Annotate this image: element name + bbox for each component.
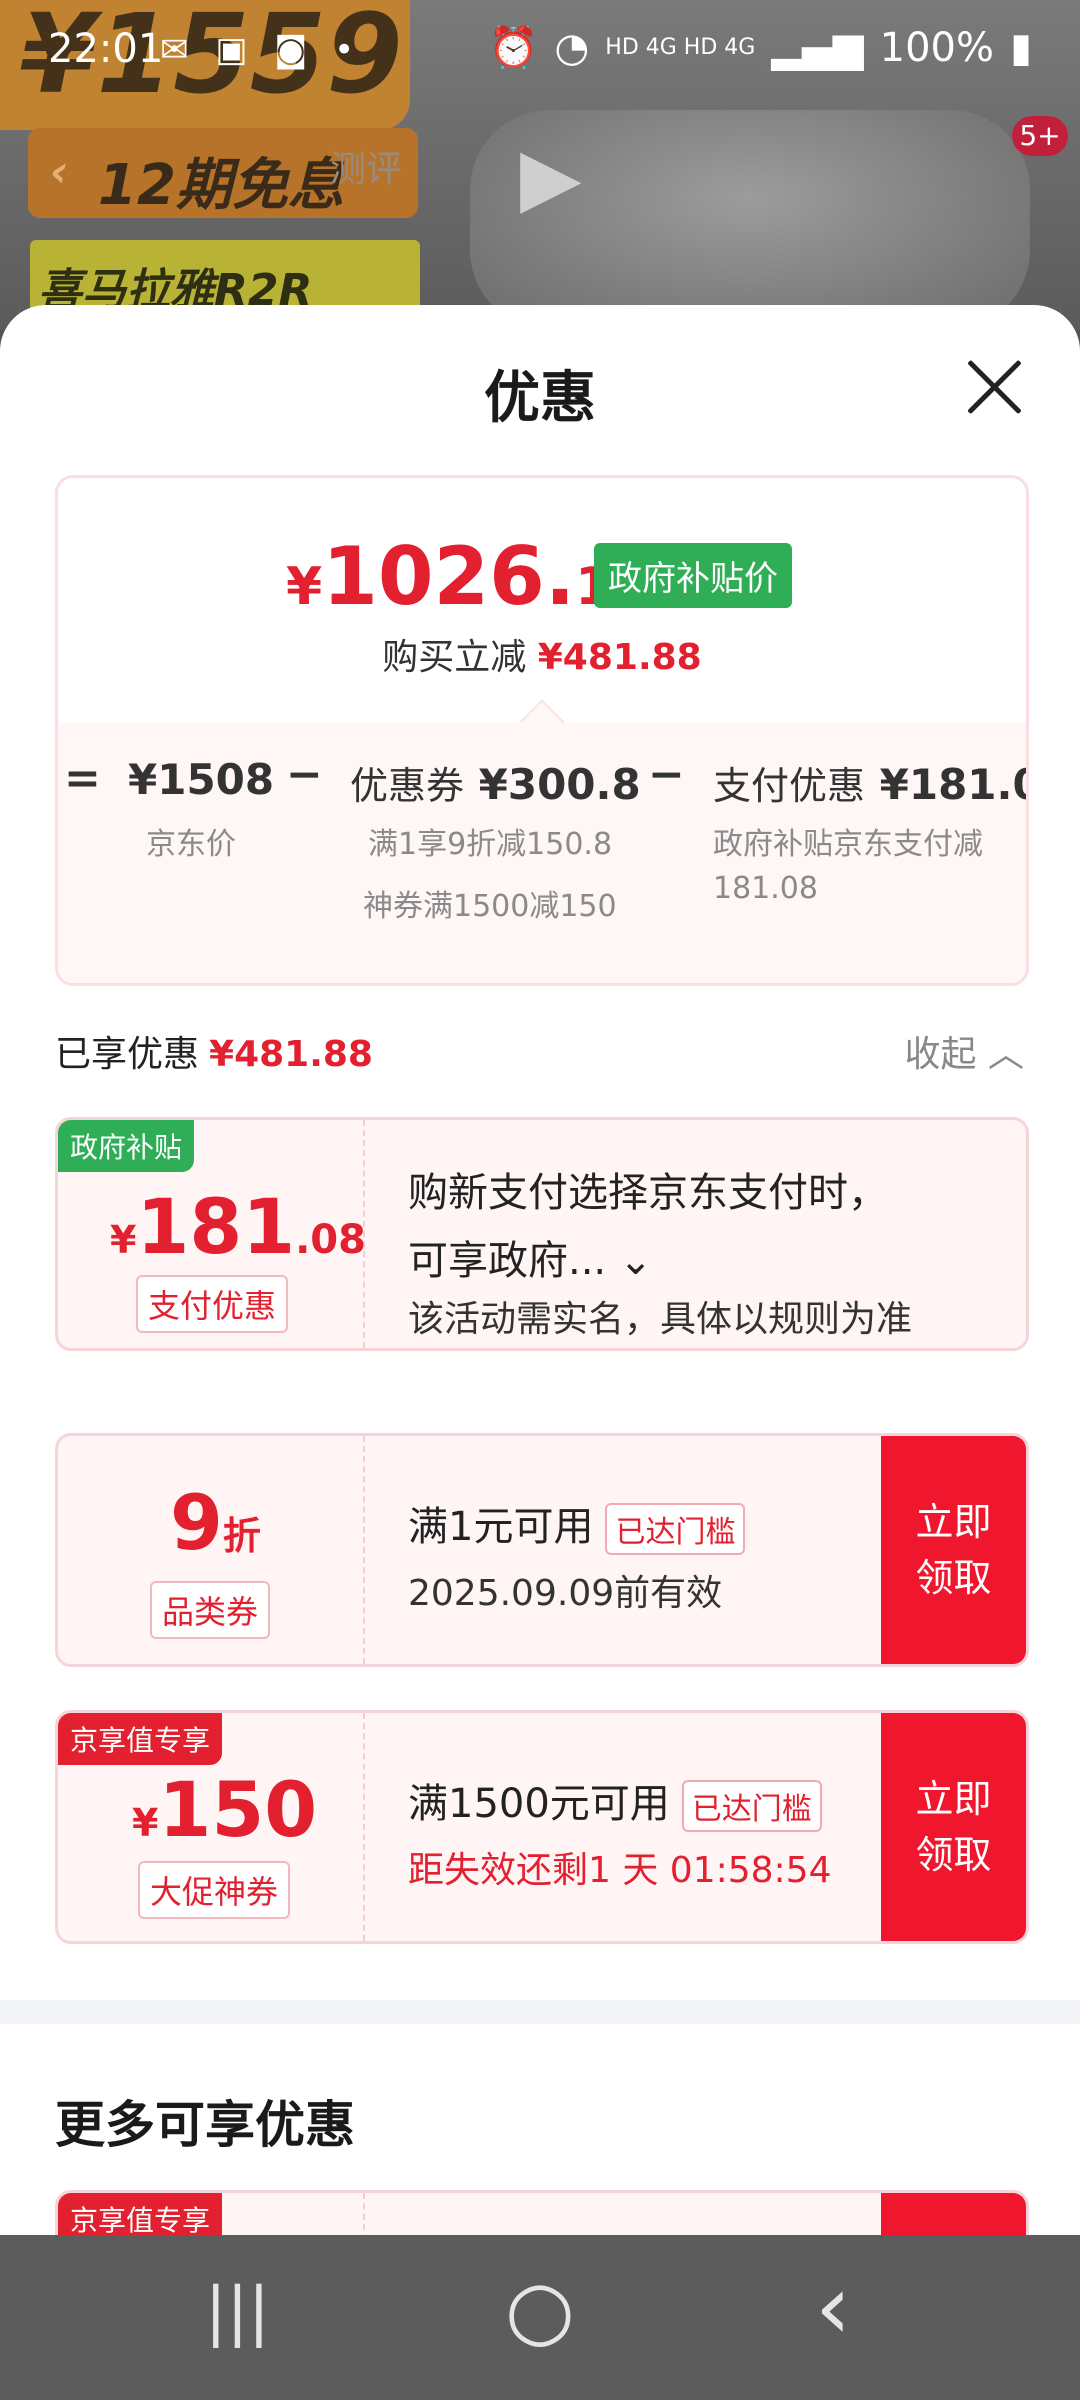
chevron-up-icon: ︿ <box>987 1034 1024 1075</box>
status-time: 22:01 <box>48 26 164 72</box>
category-coupon: 9折 品类券 满1元可用 已达门槛 2025.09.09前有效 立即领取 <box>55 1433 1029 1667</box>
alarm-icon: ⏰ <box>488 25 539 71</box>
discount-sheet: 优惠 ¥1026.12 政府补贴价 购买立减 ¥481.88 = ¥1508 京… <box>0 305 1080 2235</box>
coupon-tag: 京享值专享 <box>58 2193 223 2235</box>
wechat-icon: ✉ <box>160 30 197 70</box>
coupon-desc-2[interactable]: 可享政府... ⌄ <box>408 1228 652 1286</box>
coupon-amount: ¥181.08 <box>110 1182 366 1271</box>
coupon-tag: 政府补贴 <box>58 1120 195 1172</box>
dot-icon: • <box>334 30 363 70</box>
coupon-type-chip: 大促神券 <box>138 1861 291 1919</box>
coupon-amount: 9折 <box>170 1478 261 1567</box>
coupon-countdown: 距失效还剩1 天 01:58:54 <box>408 1850 832 1891</box>
network-label: HD 4G HD 4G <box>605 35 756 60</box>
battery-icon: ▮ <box>1009 24 1032 71</box>
gov-subsidy-coupon[interactable]: 政府补贴 ¥181.08 支付优惠 购新支付选择京东支付时， 可享政府... ⌄… <box>55 1117 1029 1351</box>
battery-percent: 100% <box>879 24 994 71</box>
price-summary-card: ¥1026.12 政府补贴价 购买立减 ¥481.88 = ¥1508 京东价 … <box>55 475 1029 986</box>
coupon-detail-2: 神券满1500减150 <box>363 889 617 924</box>
review-tab: 测评 <box>330 149 403 190</box>
coupon-amount: ¥150 <box>132 1765 318 1854</box>
coupon-type-chip: 品类券 <box>150 1581 271 1639</box>
play-icon: ▶ <box>520 130 582 223</box>
section-divider <box>0 2000 1080 2024</box>
price-summary-top: ¥1026.12 政府补贴价 购买立减 ¥481.88 <box>58 478 1026 723</box>
jd-price-value: ¥1508 <box>128 755 275 804</box>
coupon-desc-1: 购新支付选择京东支付时， <box>408 1170 888 1216</box>
app-icon: ◙ <box>274 30 316 70</box>
enjoyed-discount-label: 已享优惠 ¥481.88 <box>55 1034 373 1075</box>
sheet-title: 优惠 <box>484 366 596 431</box>
gov-subsidy-tag: 政府补贴价 <box>594 543 792 608</box>
instant-discount: 购买立减 ¥481.88 <box>382 637 702 678</box>
coupon-note: 该活动需实名，具体以规则为准 <box>408 1299 913 1340</box>
coupon-validity: 2025.09.09前有效 <box>408 1573 723 1614</box>
back-icon[interactable]: ‹ <box>815 2255 851 2360</box>
threshold-reached-badge: 已达门槛 <box>681 1780 822 1832</box>
coupon-condition: 满1500元可用 已达门槛 <box>408 1771 822 1832</box>
status-right: ⏰ ◔ HD 4G HD 4G ▂▄▆ 100% ▮ <box>488 24 1032 72</box>
gallery-icon: ▣ <box>215 30 256 70</box>
home-icon[interactable]: ○ <box>505 2263 575 2356</box>
minus-sign: − <box>648 749 685 800</box>
collapse-button[interactable]: 收起 ︿ <box>905 1025 1024 1077</box>
minus-sign: − <box>286 749 323 800</box>
claim-button[interactable]: 立即领取 <box>881 1713 1026 1941</box>
notification-icons: ✉ ▣ ◙ • <box>160 30 362 70</box>
equals-sign: = <box>64 753 101 804</box>
status-bar: 22:01 ✉ ▣ ◙ • ⏰ ◔ HD 4G HD 4G ▂▄▆ 100% ▮ <box>0 0 1080 100</box>
coupon-detail-1: 满1享9折减150.8 <box>368 827 613 862</box>
promo-coupon: 京享值专享 ¥150 大促神券 满1500元可用 已达门槛 距失效还剩1 天 01… <box>55 1710 1029 1944</box>
more-coupon: 京享值专享 <box>55 2190 1029 2235</box>
coupon-condition: 满1元可用 已达门槛 <box>408 1494 746 1555</box>
back-icon: ‹ <box>50 146 69 197</box>
signal-icon: ▂▄▆ <box>771 24 864 71</box>
more-discounts-title: 更多可享优惠 <box>55 2096 355 2154</box>
threshold-reached-badge: 已达门槛 <box>605 1503 746 1555</box>
wifi-icon: ◔ <box>554 24 590 71</box>
recent-apps-icon[interactable]: ||| <box>205 2275 270 2349</box>
claim-button[interactable] <box>881 2193 1026 2235</box>
coupon-total: 优惠券 ¥300.8 <box>350 760 641 809</box>
jd-price-label: 京东价 <box>146 827 236 862</box>
close-icon[interactable] <box>964 357 1024 417</box>
system-nav-bar: ||| ○ ‹ <box>0 2235 1080 2400</box>
price-breakdown: = ¥1508 京东价 − 优惠券 ¥300.8 满1享9折减150.8 神券满… <box>58 723 1026 983</box>
claim-button[interactable]: 立即领取 <box>881 1436 1026 1664</box>
cart-count-badge: 5+ <box>1012 116 1068 156</box>
coupon-type-chip: 支付优惠 <box>136 1275 289 1333</box>
coupon-tag: 京享值专享 <box>58 1713 223 1765</box>
payment-discount-detail: 政府补贴京东支付减181.08 <box>713 827 983 906</box>
payment-discount-total: 支付优惠 ¥181.08 <box>713 760 1026 809</box>
chevron-down-icon: ⌄ <box>618 1238 653 1284</box>
